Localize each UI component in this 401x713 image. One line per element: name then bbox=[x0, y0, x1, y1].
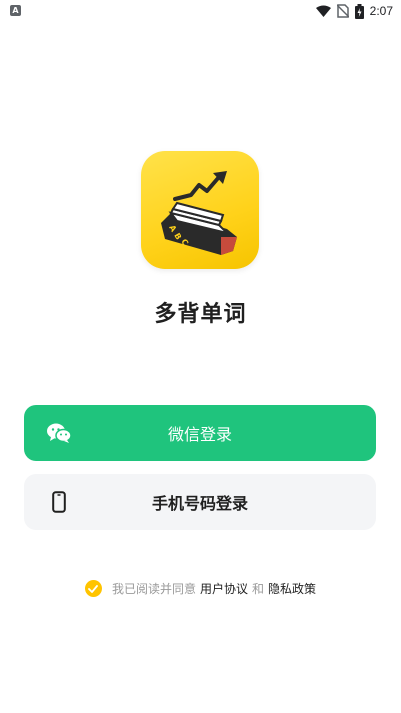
status-icons: 2:07 bbox=[315, 3, 393, 19]
battery-icon bbox=[354, 3, 364, 19]
wechat-login-label: 微信登录 bbox=[167, 425, 232, 444]
no-sim-icon bbox=[336, 4, 349, 18]
wechat-login-button[interactable]: 微信登录 bbox=[24, 405, 376, 461]
privacy-policy-link[interactable]: 隐私政策 bbox=[268, 580, 316, 597]
check-icon bbox=[88, 584, 99, 593]
status-time: 2:07 bbox=[369, 4, 393, 18]
agree-checkbox[interactable] bbox=[84, 580, 102, 597]
book-growth-logo: A B C bbox=[161, 171, 237, 255]
phone-icon bbox=[46, 489, 72, 515]
phone-login-button[interactable]: 手机号码登录 bbox=[24, 474, 376, 530]
android-notification-icon: A bbox=[10, 5, 21, 16]
agreement-row: 我已阅读并同意 用户协议 和 隐私政策 bbox=[0, 580, 401, 597]
app-logo: A B C bbox=[141, 151, 259, 269]
user-agreement-link[interactable]: 用户协议 bbox=[200, 580, 248, 597]
agreement-and: 和 bbox=[252, 582, 265, 596]
wifi-icon bbox=[315, 5, 331, 17]
app-name: 多背单词 bbox=[154, 302, 247, 327]
agreement-prefix: 我已阅读并同意 bbox=[111, 582, 196, 596]
status-bar: A 2:07 bbox=[0, 0, 401, 24]
phone-login-label: 手机号码登录 bbox=[151, 494, 248, 513]
wechat-icon bbox=[46, 420, 72, 446]
